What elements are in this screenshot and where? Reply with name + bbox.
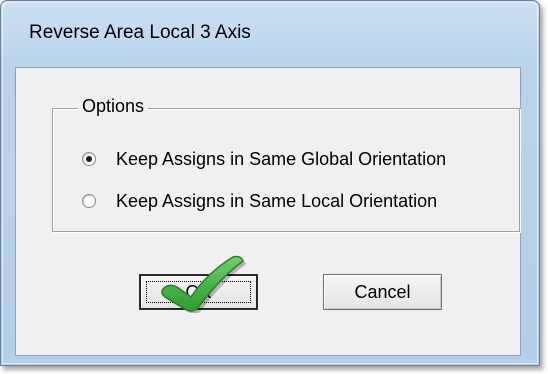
radio-local-orientation[interactable]: Keep Assigns in Same Local Orientation: [82, 188, 437, 214]
cancel-button[interactable]: Cancel: [323, 274, 442, 310]
cancel-button-label: Cancel: [354, 281, 411, 302]
radio-button-unchecked[interactable]: [82, 194, 96, 208]
radio-label-local: Keep Assigns in Same Local Orientation: [116, 190, 438, 211]
dialog-title: Reverse Area Local 3 Axis: [29, 22, 251, 43]
dialog-window: Reverse Area Local 3 Axis Options Keep A…: [0, 0, 540, 366]
radio-global-orientation[interactable]: Keep Assigns in Same Global Orientation: [82, 146, 446, 172]
title-bar[interactable]: Reverse Area Local 3 Axis: [1, 1, 539, 67]
options-legend: Options: [78, 96, 149, 117]
green-checkmark-icon: [161, 255, 246, 313]
radio-button-checked[interactable]: [82, 152, 96, 166]
dialog-body: Options Keep Assigns in Same Global Orie…: [15, 67, 521, 356]
radio-label-global: Keep Assigns in Same Global Orientation: [116, 148, 447, 169]
